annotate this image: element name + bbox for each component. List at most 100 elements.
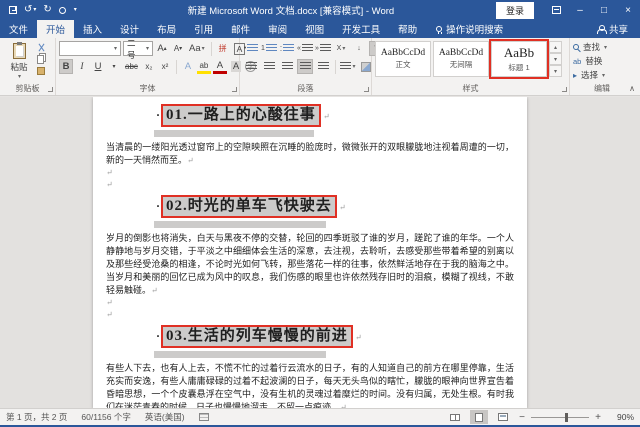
tab-insert[interactable]: 插入 [74,20,111,38]
copy-icon[interactable] [37,55,44,64]
paragraph-dialog-launcher-icon[interactable] [364,87,369,92]
heading-2-line[interactable]: · 02.时光的单车飞快驶去 ↵ [156,195,514,218]
asian-layout-button[interactable]: X ▾ [333,41,349,56]
clipboard-dialog-launcher-icon[interactable] [48,87,53,92]
bullets-button[interactable]: • [243,41,259,56]
style-heading-1[interactable]: AaBb 标题 1 [491,41,547,77]
heading-1-line[interactable]: · 01.一路上的心酸往事 ↵ [156,104,514,127]
heading-3-annotated[interactable]: 03.生活的列车慢慢的前进 [161,325,353,348]
body-paragraph-2[interactable]: 岁月的倒影也将消失，白天与黑夜不停的交替，轮回的四季斑驳了谁的岁月，蹉跎了谁的年… [106,232,514,297]
word-count[interactable]: 60/1156 个字 [81,411,130,423]
customize-qat-button[interactable]: ▾ [74,7,77,13]
align-right-button[interactable] [279,59,295,74]
proofing-status-icon[interactable] [198,413,209,421]
collapse-ribbon-icon[interactable]: ∧ [629,84,635,93]
superscript-button[interactable]: x² [158,59,172,74]
bold-button[interactable]: B [59,59,73,74]
styles-scroll-up-icon[interactable]: ▴ [549,41,562,53]
zoom-in-button[interactable]: + [594,412,602,423]
empty-paragraph[interactable]: ↵ [106,179,514,191]
zoom-slider[interactable] [531,412,589,422]
numbering-button[interactable]: 1 [261,41,277,56]
tab-layout[interactable]: 布局 [148,20,185,38]
tab-developer[interactable]: 开发工具 [333,20,389,38]
tab-design[interactable]: 设计 [111,20,148,38]
zoom-slider-thumb[interactable] [564,412,568,422]
replace-button[interactable]: ab 替换 [573,55,607,67]
body-paragraph-3[interactable]: 有些人下去，也有人上去，不慌不忙的过着行云流水的日子，有的人知道自己的前方在哪里… [106,362,514,408]
decrease-indent-button[interactable]: « [297,41,313,56]
document-page[interactable]: · 01.一路上的心酸往事 ↵ 当清晨的一缕阳光透过窗帘上的空隙映照在沉睡的脸庞时… [93,97,527,408]
distribute-button[interactable] [315,59,331,74]
close-button[interactable]: × [616,0,640,20]
styles-scroll-down-icon[interactable]: ▾ [549,53,562,65]
styles-gallery-more-icon[interactable]: ▾ [549,65,562,77]
font-name-combobox[interactable]: ▾ [59,41,121,56]
share-button[interactable]: 共享 [585,20,640,38]
format-painter-icon[interactable] [37,67,45,75]
multilevel-list-button[interactable]: ⁚ [279,41,295,56]
read-mode-button[interactable] [446,410,464,424]
tab-help[interactable]: 帮助 [389,20,426,38]
grow-font-button[interactable]: A ▴ [155,41,169,56]
maximize-button[interactable]: □ [592,0,616,20]
phonetic-guide-button[interactable]: 拼 [216,41,230,56]
text-effects-button[interactable]: A [181,59,195,74]
save-button[interactable] [9,6,17,14]
body-paragraph-1[interactable]: 当清晨的一缕阳光透过窗帘上的空隙映照在沉睡的脸庞时，微微张开的双眼朦胧地注视着周… [106,141,514,167]
zoom-out-button[interactable]: − [518,412,526,423]
style-normal[interactable]: AaBbCcDd 正文 [375,41,431,77]
tab-references[interactable]: 引用 [185,20,222,38]
underline-button[interactable]: U [91,59,105,74]
redo-button[interactable]: ↻ [43,5,51,15]
ribbon-display-options-button[interactable] [544,0,568,20]
zoom-percentage[interactable]: 90% [608,412,634,422]
font-dialog-launcher-icon[interactable] [232,87,237,92]
tab-file[interactable]: 文件 [0,20,37,38]
empty-paragraph[interactable]: ↵ [106,297,514,309]
language-indicator[interactable]: 英语(美国) [145,411,185,423]
underline-dropdown-icon[interactable]: ▾ [107,59,121,74]
align-left-button[interactable] [243,59,259,74]
tell-me-search[interactable]: 操作说明搜索 [426,20,513,38]
tab-home[interactable]: 开始 [37,20,75,38]
select-button[interactable]: ▸ 选择 ▾ [573,69,607,81]
text-highlight-button[interactable]: ab [196,59,211,74]
tab-view[interactable]: 视图 [296,20,333,38]
align-center-button[interactable] [261,59,277,74]
style-no-spacing[interactable]: AaBbCcDd 无间隔 [433,41,489,77]
undo-dropdown-icon[interactable]: ▾ [33,7,36,13]
font-color-button[interactable]: A [212,59,227,74]
heading-3-line[interactable]: · 03.生活的列车慢慢的前进 ↵ [156,325,514,348]
paste-dropdown-icon[interactable]: ▾ [18,73,21,80]
line-spacing-button[interactable]: ▾ [340,59,356,74]
touch-mouse-mode-button[interactable] [58,6,66,14]
shrink-font-button[interactable]: A ▾ [171,41,185,56]
font-name-dropdown-icon[interactable]: ▾ [111,45,117,52]
change-case-button[interactable]: Aa ▾ [187,41,207,56]
heading-1-annotated[interactable]: 01.一路上的心酸往事 [161,104,321,127]
find-button[interactable]: 查找 ▾ [573,41,607,53]
minimize-button[interactable]: – [568,0,592,20]
strikethrough-button[interactable]: abc [123,59,140,74]
empty-paragraph[interactable]: ↵ [106,309,514,321]
justify-button[interactable] [297,59,313,74]
tab-mailings[interactable]: 邮件 [222,20,259,38]
web-layout-button[interactable] [494,410,512,424]
empty-paragraph[interactable]: ↵ [106,167,514,179]
styles-dialog-launcher-icon[interactable] [562,87,567,92]
tab-review[interactable]: 审阅 [259,20,296,38]
paste-button[interactable]: 粘贴 ▾ [3,41,35,80]
italic-button[interactable]: I [75,59,89,74]
cut-icon[interactable] [37,43,46,52]
increase-indent-button[interactable]: » [315,41,331,56]
heading-2-annotated[interactable]: 02.时光的单车飞快驶去 [161,195,337,218]
undo-button[interactable]: ↺ ▾ [24,5,36,15]
sign-in-button[interactable]: 登录 [495,1,534,19]
subscript-button[interactable]: x₂ [142,59,156,74]
print-layout-button[interactable] [470,410,488,424]
font-size-combobox[interactable]: 二号 ▾ [123,38,153,60]
sort-button[interactable]: ↓ [351,41,367,56]
page-indicator[interactable]: 第 1 页，共 2 页 [6,411,67,423]
font-size-dropdown-icon[interactable]: ▾ [143,45,149,52]
